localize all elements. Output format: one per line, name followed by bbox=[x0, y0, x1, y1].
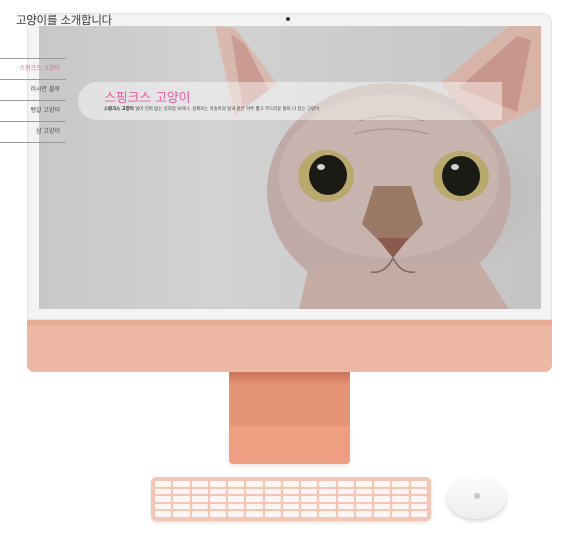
keyboard-key bbox=[246, 511, 263, 517]
keyboard-key bbox=[282, 488, 300, 495]
keyboard-key bbox=[374, 488, 391, 495]
keyboard-key bbox=[173, 503, 190, 510]
keyboard-key bbox=[209, 481, 227, 487]
keyboard-key bbox=[228, 496, 245, 502]
keyboard-key bbox=[319, 488, 336, 495]
keyboard-key bbox=[301, 511, 318, 517]
imac-chin-shadow bbox=[27, 320, 552, 326]
keyboard-key bbox=[191, 496, 208, 502]
keyboard-key bbox=[337, 496, 354, 502]
keyboard-key bbox=[374, 511, 391, 517]
keyboard-key bbox=[392, 496, 409, 502]
keyboard-key bbox=[355, 481, 373, 487]
keyboard-key bbox=[301, 481, 318, 487]
keyboard-key bbox=[410, 511, 427, 517]
category-nav: 스핑크스 고양이 러시안 블루 벵갈 고양이 샴 고양이 bbox=[0, 58, 66, 143]
keyboard-key bbox=[209, 503, 227, 510]
keyboard-key bbox=[191, 488, 208, 495]
keyboard-key bbox=[246, 488, 263, 495]
keyboard-key bbox=[301, 503, 318, 510]
keyboard-key bbox=[319, 503, 336, 510]
keyboard-key bbox=[173, 488, 190, 495]
sphynx-cat-photo bbox=[215, 26, 541, 309]
keyboard-key bbox=[282, 496, 300, 502]
hero-description: 스핑크스 고양이 털이 전혀 없는 것처럼 보이나, 실제로는 복숭아의 털과 … bbox=[104, 106, 319, 112]
keyboard-key bbox=[155, 488, 172, 495]
camera-dot-icon bbox=[286, 17, 290, 21]
keyboard-key bbox=[228, 511, 245, 517]
keyboard-key bbox=[392, 481, 409, 487]
keyboard-key bbox=[355, 503, 373, 510]
keyboard-key bbox=[155, 496, 172, 502]
apple-logo-icon: ● bbox=[473, 491, 481, 500]
keyboard-key bbox=[246, 503, 263, 510]
keyboard-key bbox=[374, 481, 391, 487]
keyboard-key bbox=[155, 511, 172, 517]
keyboard-key bbox=[246, 496, 263, 502]
keyboard-key bbox=[392, 511, 409, 517]
keyboard-key bbox=[191, 481, 208, 487]
cat-body bbox=[299, 262, 509, 309]
hero-description-bold: 스핑크스 고양이 bbox=[104, 107, 134, 112]
keyboard-key bbox=[209, 496, 227, 502]
nav-item-bengal[interactable]: 벵갈 고양이 bbox=[0, 100, 66, 121]
keyboard-key bbox=[264, 488, 281, 495]
keyboard-key bbox=[155, 503, 172, 510]
keyboard-key bbox=[282, 503, 300, 510]
keyboard-key bbox=[374, 503, 391, 510]
keyboard-key bbox=[410, 503, 427, 510]
keyboard-key bbox=[355, 496, 373, 502]
keyboard-key bbox=[337, 488, 354, 495]
keyboard-key bbox=[264, 511, 281, 517]
keyboard-key bbox=[337, 481, 354, 487]
keyboard-key bbox=[319, 496, 336, 502]
nav-item-siamese[interactable]: 샴 고양이 bbox=[0, 121, 66, 143]
keyboard-key bbox=[173, 511, 190, 517]
hero-title: 스핑크스 고양이 bbox=[104, 91, 191, 106]
imac-stand-shadow bbox=[229, 372, 350, 386]
nav-item-russian-blue[interactable]: 러시안 블루 bbox=[0, 79, 66, 100]
keyboard-key bbox=[264, 496, 281, 502]
keyboard-key bbox=[209, 488, 227, 495]
keyboard-key bbox=[374, 496, 391, 502]
keyboard-key bbox=[319, 481, 336, 487]
keyboard-key bbox=[264, 503, 281, 510]
keyboard-key bbox=[191, 503, 208, 510]
keyboard-key bbox=[264, 481, 281, 487]
site-title: 고양이를 소개합니다 bbox=[16, 13, 112, 27]
keyboard bbox=[151, 477, 431, 521]
keyboard-key bbox=[410, 488, 427, 495]
keyboard-key bbox=[228, 503, 245, 510]
keyboard-key bbox=[173, 496, 190, 502]
imac-stand-foot bbox=[229, 426, 350, 464]
hero-description-text: 털이 전혀 없는 것처럼 보이나, 실제로는 복숭아의 털과 같은 아주 짧고 … bbox=[135, 107, 320, 112]
screen bbox=[39, 26, 541, 309]
keyboard-key bbox=[282, 481, 300, 487]
keyboard-key bbox=[173, 481, 190, 487]
keyboard-key bbox=[319, 511, 336, 517]
keyboard-key bbox=[337, 511, 354, 517]
keyboard-key bbox=[301, 496, 318, 502]
keyboard-key bbox=[209, 511, 227, 517]
nav-item-sphynx[interactable]: 스핑크스 고양이 bbox=[0, 58, 66, 79]
keyboard-key bbox=[246, 481, 263, 487]
keyboard-key bbox=[191, 511, 208, 517]
keyboard-key bbox=[410, 481, 427, 487]
keyboard-key bbox=[155, 481, 172, 487]
keyboard-key bbox=[392, 488, 409, 495]
keyboard-key bbox=[301, 488, 318, 495]
keyboard-key bbox=[392, 503, 409, 510]
imac-chin bbox=[27, 320, 552, 372]
keyboard-key bbox=[355, 511, 373, 517]
keyboard-key bbox=[355, 488, 373, 495]
keyboard-key bbox=[410, 496, 427, 502]
keyboard-key bbox=[282, 511, 300, 517]
keyboard-key bbox=[228, 488, 245, 495]
keyboard-key bbox=[228, 481, 245, 487]
keyboard-key bbox=[337, 503, 354, 510]
keyboard-keys bbox=[155, 481, 427, 517]
